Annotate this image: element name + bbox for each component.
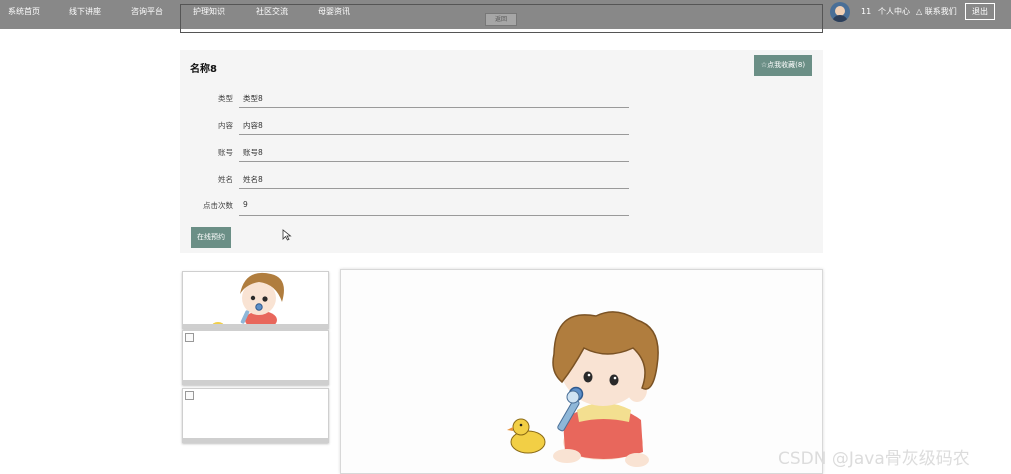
thumbnail-bar	[183, 438, 328, 442]
book-online-button[interactable]: 在线预约	[191, 227, 231, 248]
field-label-clicks: 点击次数	[203, 201, 233, 210]
baby-figure	[552, 311, 659, 467]
user-id: 11	[861, 7, 872, 16]
thumbnail-bar	[183, 324, 328, 328]
field-label-content: 内容	[218, 121, 233, 130]
field-label-name: 姓名	[218, 175, 233, 184]
back-button[interactable]: 返回	[485, 13, 517, 26]
field-divider	[239, 188, 629, 189]
field-value-account: 账号8	[243, 148, 263, 157]
field-label-type: 类型	[218, 94, 233, 103]
nav-consult[interactable]: 咨询平台	[131, 0, 163, 24]
rubber-duck-icon	[507, 418, 546, 454]
nav-lectures[interactable]: 线下讲座	[69, 0, 101, 24]
baby-illustration-thumb	[212, 272, 284, 328]
main-image	[340, 269, 823, 474]
nav-news[interactable]: 母婴资讯	[318, 0, 350, 24]
field-value-clicks: 9	[243, 200, 248, 209]
favorite-button[interactable]: ☆点我收藏(8)	[754, 55, 812, 76]
personal-center-link[interactable]: 个人中心	[878, 0, 910, 24]
broken-image-icon	[185, 391, 194, 400]
field-divider	[239, 161, 629, 162]
nav-home[interactable]: 系统首页	[8, 0, 40, 24]
watermark: CSDN @Java骨灰级码农	[778, 449, 970, 469]
field-divider	[239, 215, 629, 216]
nav-community[interactable]: 社区交流	[256, 0, 288, 24]
field-value-content: 内容8	[243, 121, 263, 130]
broken-image-icon	[185, 333, 194, 342]
field-divider	[239, 134, 629, 135]
nav-nursing[interactable]: 护理知识	[193, 0, 225, 24]
logout-button[interactable]: 退出	[965, 3, 995, 20]
field-divider	[239, 107, 629, 108]
avatar-body	[832, 15, 848, 22]
contact-link[interactable]: △ 联系我们	[916, 0, 957, 24]
thumbnail-bar	[183, 380, 328, 384]
mouse-cursor-icon	[282, 229, 292, 241]
page-title: 名称8	[190, 64, 217, 75]
avatar[interactable]	[830, 2, 850, 22]
baby-illustration	[507, 311, 659, 467]
field-value-name: 姓名8	[243, 175, 263, 184]
thumbnail-1[interactable]	[182, 271, 329, 329]
field-value-type: 类型8	[243, 94, 263, 103]
thumbnail-2[interactable]	[182, 330, 329, 385]
thumbnail-3[interactable]	[182, 388, 329, 443]
detail-panel	[180, 50, 823, 253]
field-label-account: 账号	[218, 148, 233, 157]
